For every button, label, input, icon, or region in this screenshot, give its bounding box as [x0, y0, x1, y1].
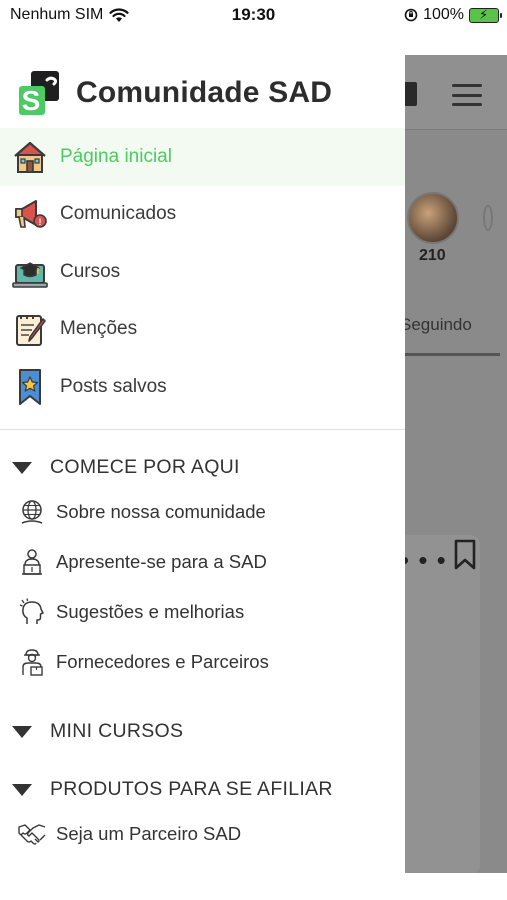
brand-title: Comunidade SAD: [76, 76, 333, 109]
house-icon: [12, 139, 48, 175]
section-label: COMECE POR AQUI: [50, 456, 240, 478]
delivery-person-icon: [18, 648, 46, 676]
status-right: 100% ⚡: [404, 6, 502, 24]
sidebar-item-label: Apresente-se para a SAD: [56, 551, 267, 572]
nav-item-announcements[interactable]: ! Comunicados: [0, 186, 405, 244]
globe-icon: [18, 498, 46, 526]
nav-label-saved-posts: Posts salvos: [60, 375, 167, 397]
follower-count: 210: [419, 247, 446, 264]
section-header-start-here[interactable]: COMECE POR AQUI: [12, 456, 240, 479]
hamburger-menu-icon: [452, 84, 482, 106]
nav-item-saved-posts[interactable]: Posts salvos: [0, 358, 405, 416]
post-card: [405, 535, 480, 873]
divider: [0, 429, 405, 430]
tab-following: Seguindo: [405, 315, 472, 334]
sidebar-item-label: Sobre nossa comunidade: [56, 501, 266, 522]
section-header-affiliate-products[interactable]: PRODUTOS PARA SE AFILIAR: [12, 778, 333, 801]
speaker-podium-icon: [18, 548, 46, 576]
status-bar: Nenhum SIM 19:30 100% ⚡: [0, 0, 507, 30]
tab-underline: [405, 353, 500, 356]
megaphone-icon: !: [12, 196, 48, 232]
orientation-lock-icon: [404, 8, 418, 22]
sidebar-item-label: Sugestões e melhorias: [56, 601, 245, 622]
nav-label-announcements: Comunicados: [60, 203, 177, 225]
main-nav: Página inicial ! Comunicados Cursos Menç…: [0, 128, 405, 416]
caret-down-icon: [12, 725, 32, 738]
svg-text:S: S: [22, 85, 41, 116]
sidebar-item-introduce-yourself[interactable]: Apresente-se para a SAD: [18, 548, 267, 576]
sad-logo-icon: S: [17, 70, 61, 116]
brand-header: S Comunidade SAD: [17, 68, 332, 118]
more-icon: • • •: [405, 545, 447, 575]
bookmark-icon: [405, 82, 417, 106]
background-header: [405, 55, 507, 130]
handshake-icon: [18, 820, 46, 848]
sidebar-item-about-community[interactable]: Sobre nossa comunidade: [18, 498, 266, 526]
nav-label-courses: Cursos: [60, 260, 121, 282]
svg-text:!: !: [39, 217, 42, 227]
star-bookmark-icon: [12, 368, 48, 405]
section-label: PRODUTOS PARA SE AFILIAR: [50, 778, 333, 800]
sidebar-item-label: Fornecedores e Parceiros: [56, 651, 269, 672]
nav-item-mentions[interactable]: Menções: [0, 301, 405, 359]
battery-icon: ⚡: [469, 7, 502, 23]
nav-label-home: Página inicial: [60, 145, 172, 167]
section-label: MINI CURSOS: [50, 720, 184, 742]
graduation-laptop-icon: [12, 254, 48, 290]
bookmark-icon: [454, 539, 476, 570]
navigation-drawer: S Comunidade SAD Página inicial ! Comuni…: [0, 30, 405, 900]
section-header-mini-courses[interactable]: MINI CURSOS: [12, 720, 183, 743]
head-idea-icon: [18, 598, 46, 626]
background-app-overlay[interactable]: 210 Seguindo • • •: [405, 55, 507, 873]
avatar: [407, 192, 459, 244]
notepad-pencil-icon: [12, 311, 48, 347]
nav-item-courses[interactable]: Cursos: [0, 243, 405, 301]
sidebar-item-suggestions[interactable]: Sugestões e melhorias: [18, 598, 244, 626]
caret-down-icon: [12, 783, 32, 796]
nav-item-home[interactable]: Página inicial: [0, 128, 405, 186]
battery-percent: 100%: [423, 6, 464, 23]
sidebar-item-label: Seja um Parceiro SAD: [56, 823, 242, 844]
caret-down-icon: [12, 461, 32, 474]
avatar: [483, 205, 493, 231]
sidebar-item-become-partner[interactable]: Seja um Parceiro SAD: [18, 820, 241, 848]
sidebar-item-suppliers-partners[interactable]: Fornecedores e Parceiros: [18, 648, 269, 676]
nav-label-mentions: Menções: [60, 318, 138, 340]
